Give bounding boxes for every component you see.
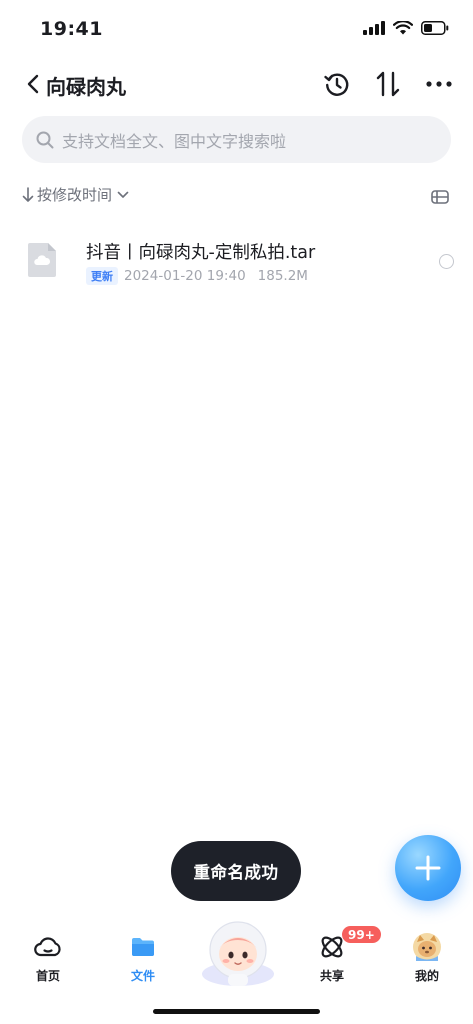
back-button[interactable] (22, 70, 44, 98)
folder-icon (128, 932, 158, 962)
signal-icon (363, 20, 385, 39)
profile-avatar-icon (412, 932, 442, 962)
tab-profile-label: 我的 (414, 969, 439, 983)
transfer-button[interactable] (372, 68, 404, 100)
transfer-arrows-icon (376, 71, 400, 97)
arrow-down-icon (22, 186, 34, 202)
notification-badge: 99+ (341, 925, 382, 944)
status-icons (363, 20, 449, 39)
page-title: 向碌肉丸 (46, 75, 126, 99)
history-icon (324, 73, 349, 96)
chevron-left-icon (27, 74, 39, 94)
home-indicator (153, 1009, 320, 1014)
search-icon (36, 131, 54, 148)
add-button[interactable] (395, 835, 461, 901)
update-badge: 更新 (86, 267, 118, 285)
nav-bar: 向碌肉丸 (0, 62, 473, 106)
tab-share-label: 共享 (319, 969, 344, 983)
toast-text: 重命名成功 (193, 863, 279, 882)
view-mode-icon (431, 190, 449, 204)
sort-button[interactable]: 按修改时间 (22, 184, 129, 205)
file-modified: 2024-01-20 19:40 (124, 268, 246, 284)
tab-home-label: 首页 (35, 969, 60, 983)
cloud-file-icon (27, 242, 57, 278)
tab-files[interactable]: 文件 (113, 932, 173, 984)
tab-profile[interactable]: 我的 (397, 932, 457, 984)
file-name: 抖音丨向碌肉丸-定制私拍.tar (86, 243, 316, 263)
more-button[interactable] (423, 68, 455, 100)
select-radio[interactable] (439, 254, 454, 269)
sort-label: 按修改时间 (37, 186, 113, 204)
cloud-home-icon (33, 932, 63, 962)
file-meta: 更新 2024-01-20 19:40 185.2M (86, 267, 308, 285)
search-input[interactable]: 支持文档全文、图中文字搜索啦 (22, 116, 451, 163)
history-button[interactable] (321, 68, 353, 100)
toast: 重命名成功 (171, 841, 301, 901)
mascot-avatar[interactable] (198, 914, 278, 988)
tab-home[interactable]: 首页 (18, 932, 78, 984)
tab-files-label: 文件 (130, 969, 155, 983)
list-item[interactable]: 抖音丨向碌肉丸-定制私拍.tar 更新 2024-01-20 19:40 185… (0, 228, 473, 294)
status-bar: 19:41 (0, 0, 473, 56)
more-dots-icon (426, 81, 452, 87)
battery-icon (421, 20, 449, 39)
file-size: 185.2M (257, 268, 308, 284)
sort-bar: 按修改时间 (22, 184, 451, 210)
chevron-down-icon (117, 191, 129, 198)
view-mode-button[interactable] (429, 186, 451, 208)
wifi-icon (392, 20, 414, 39)
status-time: 19:41 (40, 18, 103, 40)
plus-icon (415, 855, 441, 881)
tab-bar: 首页 文件 共享 99+ 我的 (0, 912, 473, 992)
search-placeholder: 支持文档全文、图中文字搜索啦 (62, 131, 287, 151)
